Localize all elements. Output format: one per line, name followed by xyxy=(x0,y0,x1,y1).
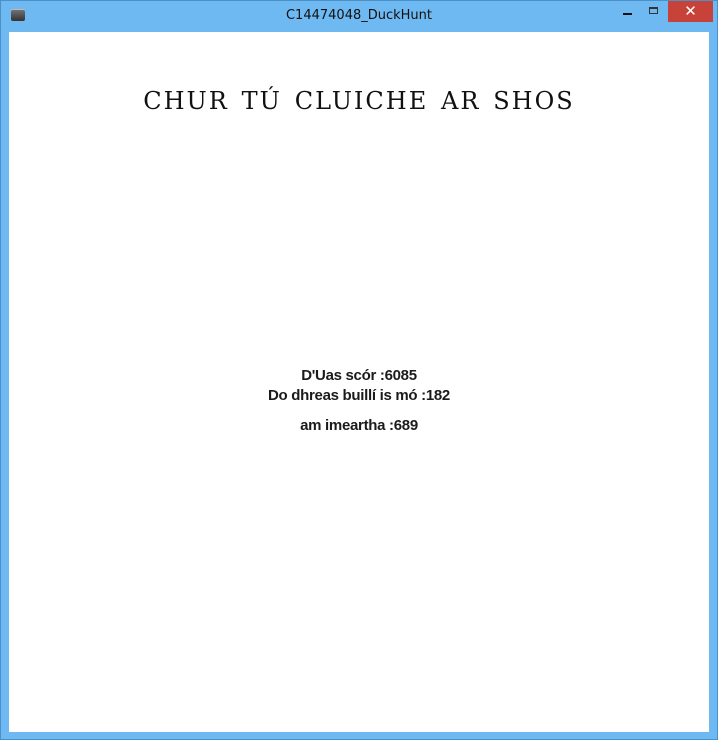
paused-heading: chur tú cluiche ar shos xyxy=(143,78,575,118)
best-hits-text: Do dhreas buillí is mó :182 xyxy=(268,387,450,404)
game-canvas[interactable]: chur tú cluiche ar shos D'Uas scór :6085… xyxy=(9,32,709,732)
high-score-text: D'Uas scór :6085 xyxy=(301,367,417,384)
window-title: C14474048_DuckHunt xyxy=(285,8,433,23)
title-bar[interactable]: C14474048_DuckHunt ✕ xyxy=(1,1,717,32)
play-time-text: am imeartha :689 xyxy=(300,417,418,434)
app-window: C14474048_DuckHunt ✕ chur tú cluiche ar … xyxy=(0,0,718,740)
minimize-button[interactable] xyxy=(615,2,641,22)
close-button[interactable]: ✕ xyxy=(668,1,713,22)
maximize-button[interactable] xyxy=(641,2,667,22)
